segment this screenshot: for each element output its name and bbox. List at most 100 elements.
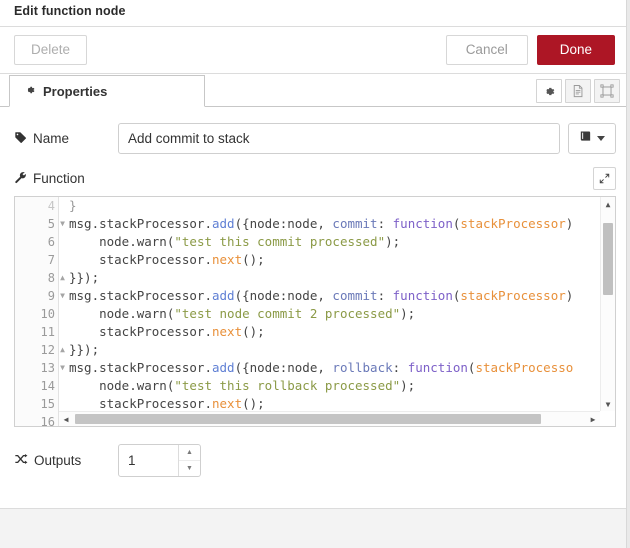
code-token: : (377, 216, 393, 231)
cancel-button[interactable]: Cancel (445, 35, 528, 65)
code-token: stackProcessor. (69, 324, 212, 339)
code-token: add (212, 288, 235, 303)
dialog-title: Edit function node (0, 0, 630, 26)
appearance-icon[interactable] (594, 79, 620, 103)
delete-button[interactable]: Delete (14, 35, 88, 65)
editor-code-line: msg.stackProcessor.add({node:node, rollb… (59, 359, 615, 377)
code-token: : (377, 288, 393, 303)
chevron-down-icon (597, 136, 605, 141)
editor-code-area[interactable]: } msg.stackProcessor.add({node:node, comm… (59, 197, 615, 426)
tag-icon (14, 131, 27, 147)
outputs-stepper[interactable]: ▲ ▼ (118, 444, 201, 477)
scroll-right-arrow-icon[interactable]: ▶ (586, 412, 600, 426)
right-edge-strip (626, 0, 630, 548)
tab-label: Properties (43, 83, 108, 99)
outputs-input[interactable] (119, 445, 179, 476)
editor-code-line: msg.stackProcessor.add({node:node, commi… (59, 215, 615, 233)
code-token: ) (565, 288, 574, 303)
code-token: rollback (332, 360, 393, 375)
editor-line-number: 9 ▼ (15, 287, 65, 305)
description-icon[interactable] (565, 79, 591, 103)
editor-code-line: }}); (59, 341, 615, 359)
code-token: "test node commit 2 processed" (174, 306, 401, 321)
dialog-footer (0, 508, 630, 548)
code-token: commit (332, 216, 378, 231)
editor-code-line: }}); (59, 269, 615, 287)
editor-line-number: 15 (40, 397, 55, 411)
fold-open-icon[interactable]: ▼ (58, 287, 67, 305)
editor-line-number: 6 (47, 235, 55, 249)
code-token: msg.stackProcessor. (69, 288, 212, 303)
editor-line-number: 10 (40, 307, 55, 321)
editor-line-number: 13 ▼ (15, 359, 65, 377)
scroll-left-arrow-icon[interactable]: ◀ (59, 412, 73, 426)
done-button[interactable]: Done (536, 35, 615, 65)
code-token: } (69, 198, 77, 213)
outputs-label: Outputs (34, 453, 82, 468)
code-token: ({node:node, (234, 360, 333, 375)
scroll-down-arrow-icon[interactable]: ▼ (601, 397, 615, 411)
editor-line-number: 5 ▼ (15, 215, 65, 233)
function-code-editor[interactable]: 45▼678▲9▼101112▲13▼141516▲17▼18 }msg.sta… (14, 196, 616, 427)
code-token: next (212, 324, 243, 339)
editor-line-number: 14 (40, 379, 55, 393)
code-token: node. (69, 378, 137, 393)
scroll-up-arrow-icon[interactable]: ▲ (601, 197, 615, 211)
code-token: add (212, 360, 235, 375)
stepper-up-icon[interactable]: ▲ (179, 445, 200, 461)
code-token: node. (69, 234, 137, 249)
editor-line-number: 11 (40, 325, 55, 339)
code-token: stackProcessor (460, 216, 566, 231)
shuffle-icon (14, 453, 28, 468)
code-token: }}); (69, 270, 100, 285)
outputs-row: Outputs ▲ ▼ (14, 444, 616, 477)
code-token: function (392, 216, 453, 231)
function-row: Function (14, 167, 616, 190)
outputs-stepper-buttons: ▲ ▼ (178, 445, 200, 476)
editor-horizontal-scrollbar[interactable]: ◀ ▶ (59, 411, 600, 426)
editor-line-number: 4 (47, 199, 55, 213)
code-token: ); (400, 378, 416, 393)
code-token: node. (69, 306, 137, 321)
function-label: Function (33, 171, 85, 186)
fold-open-icon[interactable]: ▼ (58, 215, 67, 233)
settings-icon[interactable] (536, 79, 562, 103)
outputs-label-group: Outputs (14, 453, 118, 468)
code-token: "test this commit processed" (174, 234, 386, 249)
editor-gutter: 45▼678▲9▼101112▲13▼141516▲17▼18 (15, 197, 65, 426)
expand-icon[interactable] (593, 167, 616, 190)
fold-open-icon[interactable]: ▼ (58, 359, 67, 377)
book-icon (579, 130, 593, 148)
dialog-button-row: Delete Cancel Done (0, 26, 630, 74)
editor-line-number: 7 (47, 253, 55, 267)
editor-code-line: msg.stackProcessor.add({node:node, commi… (59, 287, 615, 305)
code-token: ) (565, 216, 574, 231)
code-token: stackProcessor (460, 288, 566, 303)
stepper-down-icon[interactable]: ▼ (179, 461, 200, 476)
code-token: stackProcessor. (69, 396, 212, 411)
properties-panel: Name Function (0, 107, 630, 508)
wrench-icon (14, 171, 27, 187)
code-token: warn (136, 378, 167, 393)
code-token: (); (242, 252, 265, 267)
name-label: Name (33, 131, 70, 146)
code-token: }}); (69, 342, 100, 357)
tab-strip: Properties (0, 74, 630, 107)
name-lookup-button[interactable] (568, 123, 616, 154)
fold-close-icon[interactable]: ▲ (58, 269, 67, 287)
code-token: : (392, 360, 408, 375)
editor-vertical-scrollbar[interactable]: ▲ ▼ (600, 197, 615, 411)
tab-properties[interactable]: Properties (9, 75, 205, 107)
code-token: stackProcessor. (69, 252, 212, 267)
code-token: warn (136, 306, 167, 321)
code-token: next (212, 252, 243, 267)
editor-line-number: 16▲ (15, 413, 65, 426)
dialog-primary-actions: Cancel Done (445, 35, 622, 65)
name-input[interactable] (118, 123, 560, 154)
code-token: function (407, 360, 468, 375)
horizontal-scroll-thumb[interactable] (75, 414, 541, 424)
editor-code-line: node.warn("test node commit 2 processed"… (59, 305, 615, 323)
vertical-scroll-thumb[interactable] (603, 223, 613, 295)
code-token: msg.stackProcessor. (69, 216, 212, 231)
fold-close-icon[interactable]: ▲ (58, 341, 67, 359)
